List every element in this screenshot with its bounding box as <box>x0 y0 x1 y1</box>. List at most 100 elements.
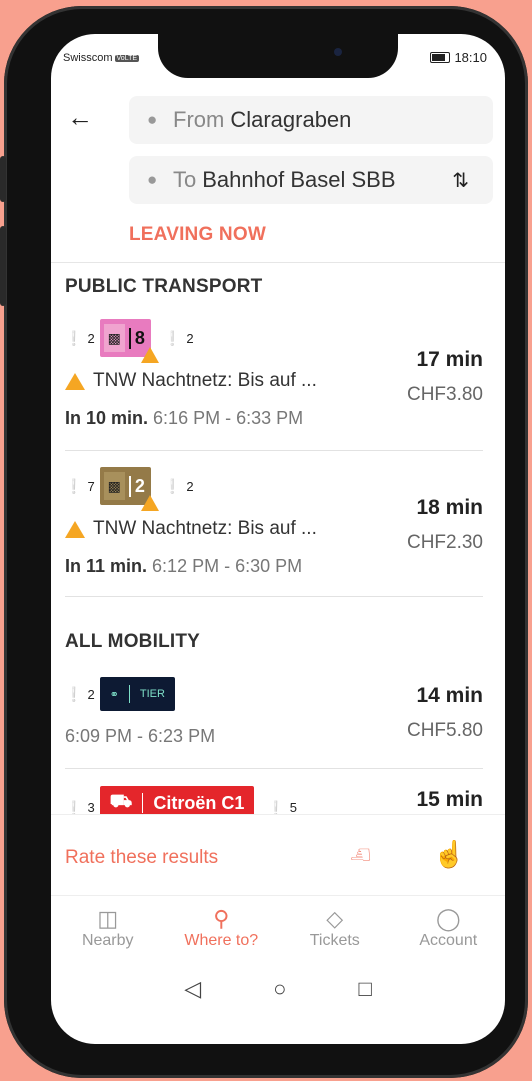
status-carrier: Swisscom VoLTE <box>63 52 140 64</box>
side-button <box>0 156 6 202</box>
walk-icon: ❕ <box>65 685 83 702</box>
side-button <box>0 226 6 306</box>
back-arrow-icon[interactable]: ← <box>67 102 93 133</box>
tab-where-to[interactable]: ⚲ Where to? <box>165 896 279 964</box>
carrier-label: Swisscom <box>63 52 113 64</box>
tab-nearby[interactable]: ◫ Nearby <box>51 896 165 964</box>
walk-icon: ❕ <box>65 329 83 346</box>
recents-square-icon[interactable]: □ <box>358 976 371 1016</box>
rating-bar: Rate these results ☜ ☝ <box>51 814 505 896</box>
walk-minutes: 2 <box>186 478 194 494</box>
tram-badge: ▩ 8 <box>99 319 159 363</box>
location-pin-icon: ● <box>147 110 158 129</box>
notice-text: TNW Nachtnetz: Bis auf ... <box>93 370 317 391</box>
tram-icon: ▩ <box>107 477 121 494</box>
provider-name: Citroën C1 <box>153 792 245 813</box>
tab-label: Where to? <box>184 932 259 949</box>
warning-icon <box>65 520 85 538</box>
time-range: 6:12 PM - 6:30 PM <box>152 556 303 576</box>
walk-minutes: 2 <box>186 330 194 346</box>
car-share-badge: ⛟ Citroën C1 <box>99 786 255 814</box>
divider <box>65 450 483 451</box>
person-icon: ◯ <box>435 906 461 931</box>
tab-label: Tickets <box>309 932 360 949</box>
from-prefix: From <box>173 107 225 132</box>
to-field[interactable]: ● To Bahnhof Basel SBB ⇅ <box>129 156 493 204</box>
duration: 14 min <box>416 684 483 707</box>
thumbs-down-icon[interactable]: ☜ <box>349 839 372 870</box>
result-row[interactable]: ❕ 3 ⛟ Citroën C1 ❕ 5 15 min <box>65 786 483 814</box>
duration: 15 min <box>416 788 483 811</box>
divider <box>51 262 505 263</box>
walk-icon: ❕ <box>65 800 83 814</box>
tab-label: Account <box>419 932 478 949</box>
departs-in: In 10 min. <box>65 408 149 428</box>
back-triangle-icon[interactable]: ◁ <box>184 976 201 1016</box>
front-camera <box>334 48 342 56</box>
departure-times: In 11 min. 6:12 PM - 6:30 PM <box>65 556 302 577</box>
ticket-icon: ◇ <box>326 906 344 931</box>
volte-badge: VoLTE <box>114 54 140 62</box>
warning-icon <box>140 495 159 511</box>
map-icon: ◫ <box>97 906 119 931</box>
status-time: 18:10 <box>454 50 487 65</box>
tram-badge: ▩ 2 <box>99 467 159 511</box>
result-row[interactable]: ❕ 2 ▩ 8 ❕ 2 17 min CHF3.80 TNW Nachtnetz… <box>65 318 483 448</box>
leaving-now-button[interactable]: LEAVING NOW <box>129 224 266 246</box>
walk-icon: ❕ <box>65 477 83 494</box>
android-nav-bar: ◁ ○ □ <box>51 976 505 1016</box>
duration: 17 min <box>416 348 483 371</box>
swap-icon[interactable]: ⇅ <box>452 168 469 193</box>
walk-minutes: 5 <box>289 800 298 814</box>
thumbs-up-icon[interactable]: ☝ <box>433 839 465 870</box>
walk-icon: ❕ <box>267 800 285 814</box>
search-icon: ⚲ <box>213 906 230 931</box>
tab-tickets[interactable]: ◇ Tickets <box>278 896 392 964</box>
section-title-all-mobility: ALL MOBILITY <box>65 631 201 652</box>
tier-scooter-badge: ⚭ TIER <box>99 677 175 711</box>
notch <box>158 34 398 78</box>
home-circle-icon[interactable]: ○ <box>273 976 286 1016</box>
section-title-public-transport: PUBLIC TRANSPORT <box>65 276 263 297</box>
from-value: Claragraben <box>230 107 352 132</box>
disruption-notice: TNW Nachtnetz: Bis auf ... <box>65 518 317 540</box>
walk-icon: ❕ <box>163 329 182 346</box>
from-field[interactable]: ● From Claragraben <box>129 96 493 144</box>
warning-icon <box>65 372 85 390</box>
divider <box>65 768 483 769</box>
phone-frame: Swisscom VoLTE 18:10 ← ● From Claragraben… <box>0 6 528 1078</box>
bottom-tab-bar: ◫ Nearby ⚲ Where to? ◇ Tickets ◯ Account <box>51 896 505 964</box>
notice-text: TNW Nachtnetz: Bis auf ... <box>93 518 317 539</box>
price: CHF5.80 <box>406 720 483 741</box>
line-number: 2 <box>128 475 151 497</box>
time-range: 6:16 PM - 6:33 PM <box>153 408 304 428</box>
car-icon: ⛟ <box>109 791 133 811</box>
provider-name: TIER <box>139 688 165 700</box>
result-row[interactable]: ❕ 2 ⚭ TIER 14 min CHF5.80 6:09 PM - 6:23 … <box>65 674 483 764</box>
scooter-icon: ⚭ <box>109 688 119 701</box>
tab-account[interactable]: ◯ Account <box>392 896 506 964</box>
departs-in: In 11 min. <box>65 556 148 576</box>
result-row[interactable]: ❕ 7 ▩ 2 ❕ 2 18 min CHF2.30 TNW Nachtnetz… <box>65 466 483 596</box>
walk-minutes: 2 <box>87 686 95 702</box>
price: CHF3.80 <box>406 384 483 405</box>
time-range: 6:09 PM - 6:23 PM <box>65 726 216 746</box>
disruption-notice: TNW Nachtnetz: Bis auf ... <box>65 370 317 392</box>
tab-label: Nearby <box>81 932 134 949</box>
walk-minutes: 3 <box>87 800 95 814</box>
app-screen: Swisscom VoLTE 18:10 ← ● From Claragraben… <box>51 34 505 1044</box>
tram-icon: ▩ <box>107 329 121 346</box>
walk-minutes: 2 <box>87 330 95 346</box>
line-number: 8 <box>128 327 151 349</box>
to-prefix: To <box>173 167 197 192</box>
warning-icon <box>140 347 159 363</box>
location-pin-icon: ● <box>147 170 158 189</box>
walk-minutes: 7 <box>87 478 95 494</box>
price: CHF2.30 <box>406 532 483 553</box>
departure-times: 6:09 PM - 6:23 PM <box>65 726 215 747</box>
departure-times: In 10 min. 6:16 PM - 6:33 PM <box>65 408 303 429</box>
status-right: 18:10 <box>430 50 487 65</box>
walk-icon: ❕ <box>163 477 182 494</box>
battery-icon <box>430 52 451 63</box>
duration: 18 min <box>416 496 483 519</box>
